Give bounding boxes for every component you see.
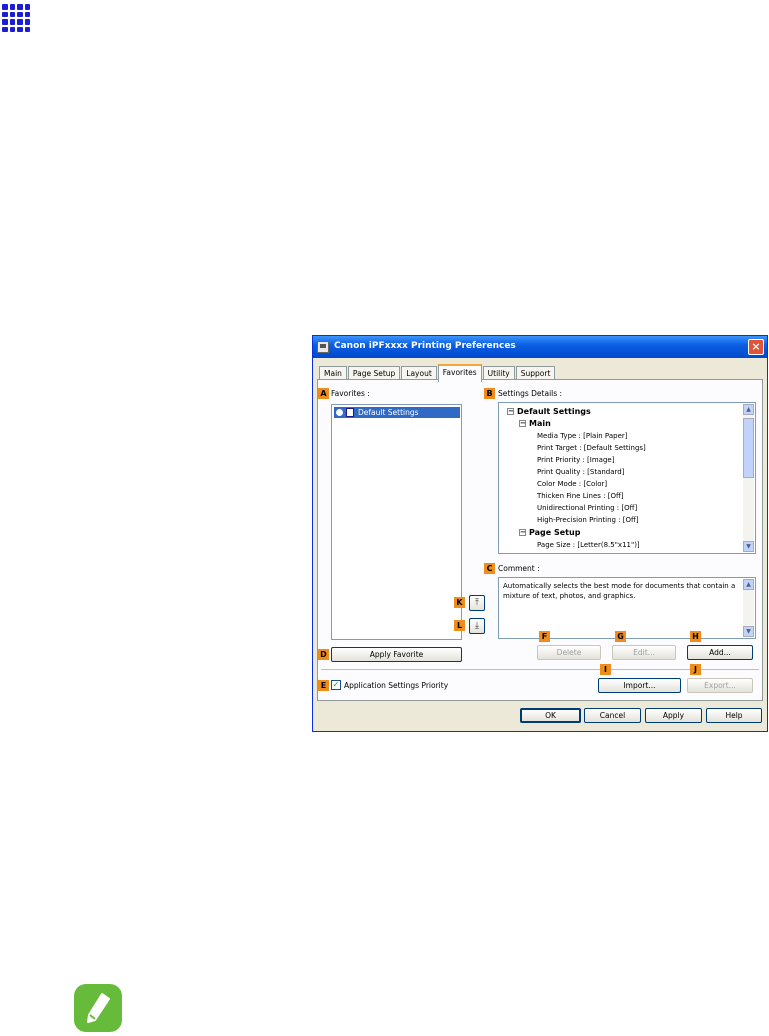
move-down-button[interactable]: ⤓ xyxy=(469,618,485,634)
callout-b: B xyxy=(484,388,495,399)
scroll-up-icon[interactable]: ▲ xyxy=(743,404,754,415)
import-button[interactable]: Import... xyxy=(598,678,681,693)
export-button[interactable]: Export... xyxy=(687,678,753,693)
callout-l: L xyxy=(454,620,465,631)
move-up-button[interactable]: ⤒ xyxy=(469,595,485,611)
close-button[interactable]: × xyxy=(748,339,764,355)
tree-leaf: High-Precision Printing : [Off] xyxy=(537,516,639,524)
callout-j: J xyxy=(690,664,701,675)
window-title: Canon iPFxxxx Printing Preferences xyxy=(334,341,516,351)
apply-favorite-button[interactable]: Apply Favorite xyxy=(331,647,462,662)
tab-strip: Main Page Setup Layout Favorites Utility… xyxy=(319,364,556,382)
grid-icon xyxy=(2,4,30,32)
printing-preferences-dialog: Canon iPFxxxx Printing Preferences × Mai… xyxy=(312,335,768,732)
apply-button[interactable]: Apply xyxy=(645,708,702,723)
document-icon xyxy=(346,408,354,417)
callout-h: H xyxy=(690,631,701,642)
comment-text: Automatically selects the best mode for … xyxy=(503,582,736,600)
callout-a: A xyxy=(318,388,329,399)
scroll-down-icon[interactable]: ▼ xyxy=(743,626,754,637)
callout-d: D xyxy=(318,649,329,660)
collapse-icon[interactable]: − xyxy=(519,420,526,427)
scroll-up-icon[interactable]: ▲ xyxy=(743,579,754,590)
app-settings-priority-checkbox[interactable]: ✓ xyxy=(331,680,341,690)
delete-button[interactable]: Delete xyxy=(537,645,601,660)
callout-i: I xyxy=(600,664,611,675)
callout-g: G xyxy=(615,631,626,642)
tree-leaf: Media Type : [Plain Paper] xyxy=(537,432,628,440)
app-settings-priority-label: Application Settings Priority xyxy=(344,681,449,690)
ok-button[interactable]: OK xyxy=(520,708,581,723)
tree-leaf: Unidirectional Printing : [Off] xyxy=(537,504,638,512)
collapse-icon[interactable]: − xyxy=(519,529,526,536)
tree-leaf: Page Size : [Letter(8.5"x11")] xyxy=(537,541,640,549)
favorites-list-item[interactable]: Default Settings xyxy=(334,407,460,418)
tree-leaf: Print Target : [Default Settings] xyxy=(537,444,646,452)
tree-leaf: Color Mode : [Color] xyxy=(537,480,608,488)
cancel-button[interactable]: Cancel xyxy=(584,708,641,723)
settings-details-tree[interactable]: − Default Settings − Main Media Type : [Pl… xyxy=(498,402,756,554)
tree-node-main: − Main xyxy=(519,419,551,428)
favorites-label: Favorites : xyxy=(331,389,370,398)
scroll-down-icon[interactable]: ▼ xyxy=(743,541,754,552)
title-bar: Canon iPFxxxx Printing Preferences × xyxy=(313,336,767,358)
scroll-thumb[interactable] xyxy=(743,418,754,478)
settings-details-label: Settings Details : xyxy=(498,389,563,398)
collapse-icon[interactable]: − xyxy=(507,408,514,415)
callout-k: K xyxy=(454,597,465,608)
tree-node-default-settings: − Default Settings xyxy=(507,407,591,416)
favorite-default-icon xyxy=(336,409,343,416)
comment-scrollbar[interactable]: ▲ ▼ xyxy=(743,579,754,637)
tree-node-page-setup: − Page Setup xyxy=(519,528,581,537)
details-scrollbar[interactable]: ▲ ▼ xyxy=(743,404,754,552)
note-pencil-icon xyxy=(74,984,122,1032)
printer-icon xyxy=(317,341,329,353)
add-button[interactable]: Add... xyxy=(687,645,753,660)
callout-f: F xyxy=(539,631,550,642)
callout-c: C xyxy=(484,563,495,574)
tab-favorites[interactable]: Favorites xyxy=(437,364,482,382)
callout-e: E xyxy=(318,680,329,691)
comment-label: Comment : xyxy=(498,564,540,573)
comment-box[interactable]: Automatically selects the best mode for … xyxy=(498,577,756,639)
edit-button[interactable]: Edit... xyxy=(612,645,676,660)
tree-leaf: Print Priority : [Image] xyxy=(537,456,615,464)
tree-leaf: Thicken Fine Lines : [Off] xyxy=(537,492,624,500)
tree-leaf: Print Quality : [Standard] xyxy=(537,468,625,476)
favorites-item-label: Default Settings xyxy=(358,408,419,417)
help-button[interactable]: Help xyxy=(706,708,762,723)
favorites-list[interactable]: Default Settings xyxy=(331,404,462,640)
